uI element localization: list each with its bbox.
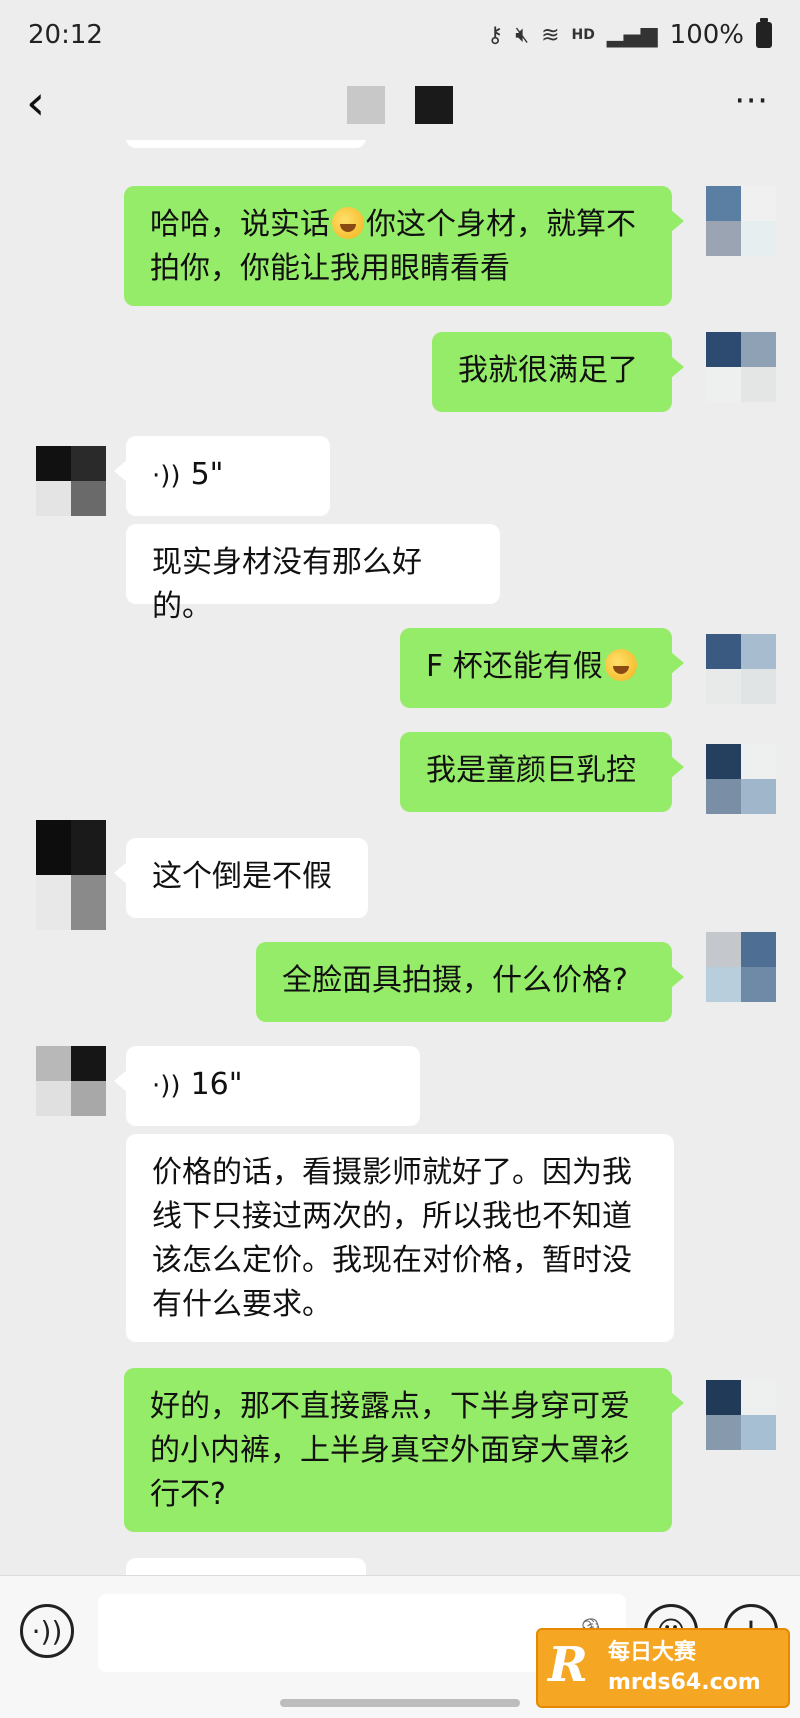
message-bubble[interactable]: 现实身材没有那么好的。 — [126, 524, 500, 624]
voice-toggle-icon[interactable]: ·)) — [20, 1604, 74, 1658]
battery-percent: 100% — [669, 20, 744, 50]
chat-area[interactable]: 哈哈，说实话 你这个身材，就算不拍你，你能让我用眼睛看看 我就很满足了 ·)) 5"… — [0, 140, 800, 1575]
battery-icon — [756, 18, 772, 48]
back-icon[interactable]: ‹ — [26, 79, 66, 130]
chat-header: ‹ ⋯ — [0, 70, 800, 140]
message-text: 好的，那不直接露点，下半身穿可爱的小内裤，上半身真空外面穿大罩衫行不? — [150, 1389, 630, 1512]
more-icon[interactable]: ⋯ — [734, 83, 770, 117]
message-bubble[interactable]: 我就很满足了 — [432, 332, 684, 412]
voice-wave-icon: ·)) — [152, 461, 181, 491]
my-avatar[interactable] — [706, 634, 776, 704]
message-bubble[interactable]: 这个倒是不假 — [114, 838, 368, 918]
voice-message-bubble[interactable]: ·)) 5" — [114, 436, 330, 516]
partial-bubble-bottom — [126, 1558, 366, 1575]
watermark-r-logo: R — [548, 1637, 588, 1693]
status-time: 20:12 — [28, 20, 103, 50]
signal-icon: ▂▄▆ — [606, 22, 658, 48]
laugh-cry-emoji-icon — [604, 649, 637, 681]
mute-icon: 🔇︎ — [515, 22, 530, 48]
message-bubble[interactable]: 好的，那不直接露点，下半身穿可爱的小内裤，上半身真空外面穿大罩衫行不? — [124, 1368, 684, 1532]
voice-duration: 5" — [190, 457, 224, 492]
hd-label: HD — [571, 27, 595, 43]
message-bubble[interactable]: 我是童颜巨乳控 — [400, 732, 684, 812]
status-icons: ⚷ 🔇︎ ≋ HD ▂▄▆ 100% — [487, 18, 772, 50]
message-text: 哈哈，说实话 — [150, 207, 330, 242]
chat-title — [347, 86, 453, 124]
message-text: 我就很满足了 — [458, 353, 638, 388]
contact-avatar[interactable] — [36, 446, 106, 516]
my-avatar[interactable] — [706, 186, 776, 256]
title-pixel-black — [415, 86, 453, 124]
watermark-line2: mrds64.com — [608, 1670, 761, 1695]
message-text: 现实身材没有那么好的。 — [152, 545, 422, 624]
watermark-logo: R 每日大赛 mrds64.com — [536, 1628, 790, 1708]
my-avatar[interactable] — [706, 744, 776, 814]
message-bubble[interactable]: 哈哈，说实话 你这个身材，就算不拍你，你能让我用眼睛看看 — [124, 186, 684, 306]
message-bubble[interactable]: 全脸面具拍摄，什么价格? — [256, 942, 684, 1022]
watermark-line1: 每日大赛 — [608, 1640, 697, 1665]
message-bubble[interactable]: F 杯还能有假 — [400, 628, 684, 708]
contact-avatar[interactable] — [36, 1046, 106, 1116]
message-text: F 杯还能有假 — [426, 649, 603, 684]
key-icon: ⚷ — [487, 22, 504, 48]
my-avatar[interactable] — [706, 1380, 776, 1450]
message-text: 全脸面具拍摄，什么价格? — [282, 963, 628, 998]
my-avatar[interactable] — [706, 932, 776, 1002]
wifi-icon: ≋ — [541, 22, 560, 48]
laugh-cry-emoji-icon — [332, 207, 364, 239]
voice-wave-icon: ·)) — [152, 1071, 181, 1101]
title-pixel-gray — [347, 86, 385, 124]
message-text: 我是童颜巨乳控 — [426, 753, 636, 788]
partial-bubble-top — [126, 140, 366, 148]
home-indicator[interactable] — [280, 1699, 520, 1707]
message-bubble[interactable]: 价格的话，看摄影师就好了。因为我线下只接过两次的，所以我也不知道该怎么定价。我现… — [126, 1134, 674, 1342]
voice-duration: 16" — [190, 1067, 243, 1102]
voice-message-bubble[interactable]: ·)) 16" — [114, 1046, 420, 1126]
message-text: 价格的话，看摄影师就好了。因为我线下只接过两次的，所以我也不知道该怎么定价。我现… — [152, 1155, 632, 1322]
status-bar: 20:12 ⚷ 🔇︎ ≋ HD ▂▄▆ 100% — [0, 0, 800, 70]
message-text: 这个倒是不假 — [152, 859, 332, 894]
my-avatar[interactable] — [706, 332, 776, 402]
contact-avatar[interactable] — [36, 820, 106, 930]
